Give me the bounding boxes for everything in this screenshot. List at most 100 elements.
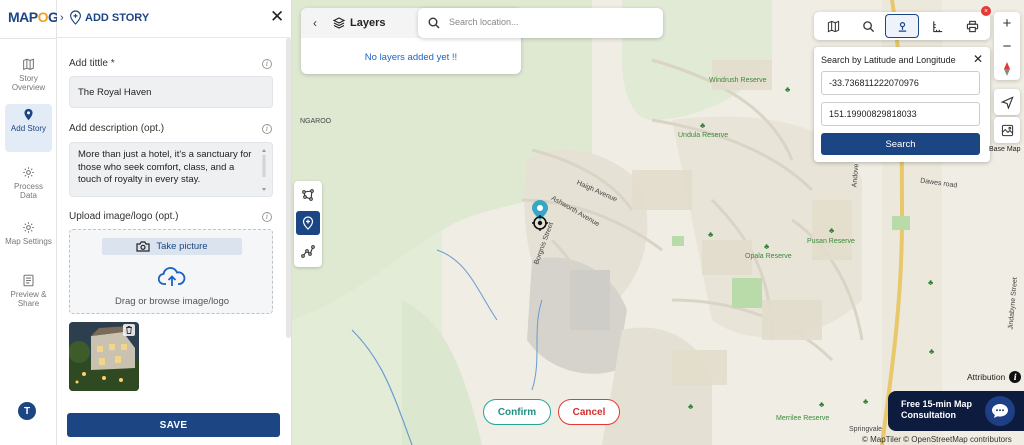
pin-outline-icon — [70, 10, 81, 25]
draw-polygon-button[interactable] — [296, 183, 320, 207]
close-icon[interactable]: ✕ — [973, 52, 983, 66]
draw-line-button[interactable] — [296, 239, 320, 263]
compass-icon — [1004, 62, 1010, 76]
latitude-input[interactable]: -33.736811222070976 — [821, 71, 980, 95]
base-map-label: Base Map — [989, 146, 1021, 153]
latlng-tool-button[interactable] — [885, 14, 919, 38]
navigation-arrow-icon — [1000, 95, 1014, 109]
attribution-toggle[interactable]: Attribution i — [967, 371, 1022, 383]
map-label-windrush: Windrush Reserve — [709, 77, 767, 84]
nav-label: Map Settings — [5, 237, 52, 246]
chevron-left-icon[interactable]: ‹ — [313, 16, 317, 30]
search-icon — [862, 20, 874, 32]
mapog-logo[interactable]: MAPOG — [8, 9, 59, 25]
avatar[interactable]: T — [18, 402, 36, 420]
title-input[interactable]: The Royal Haven — [69, 76, 273, 108]
chat-button[interactable] — [985, 396, 1015, 426]
tree-icon: ♣ — [863, 397, 869, 406]
nav-add-story[interactable]: Add Story — [5, 104, 52, 152]
confirm-button[interactable]: Confirm — [483, 399, 551, 425]
chat-icon — [992, 404, 1008, 418]
delete-icon[interactable] — [123, 324, 135, 336]
info-icon[interactable]: i — [262, 212, 272, 222]
nav-preview-share[interactable]: Preview & Share — [5, 270, 52, 318]
nav-rail: MAPOG Story Overview Add Story Process D… — [0, 0, 59, 445]
ruler-icon — [932, 20, 942, 32]
close-badge-icon[interactable]: × — [981, 6, 991, 16]
compass-button[interactable] — [994, 58, 1020, 80]
map-view-button[interactable] — [816, 14, 850, 38]
zoom-in-button[interactable]: + — [994, 12, 1020, 34]
drag-browse-text: Drag or browse image/logo — [114, 296, 230, 307]
description-input[interactable]: More than just a hotel, it's a sanctuary… — [69, 142, 273, 197]
nav-label: Process Data — [14, 182, 43, 200]
upload-dropzone[interactable]: Take picture Drag or browse image/logo — [69, 229, 273, 314]
map-top-toolbar — [814, 12, 990, 40]
panel-title: ADD STORY — [85, 12, 150, 24]
nav-label: Add Story — [10, 124, 47, 133]
description-text: More than just a hotel, it's a sanctuary… — [78, 149, 252, 185]
title-label: Add tittle * — [69, 58, 115, 69]
longitude-input[interactable]: 151.19900829818033 — [821, 102, 980, 126]
nav-label: Story Overview — [11, 74, 46, 92]
take-picture-label: Take picture — [156, 241, 208, 252]
close-icon[interactable]: ✕ — [270, 8, 284, 25]
consultation-banner[interactable]: Free 15-min Map Consultation — [888, 391, 1024, 431]
app-root: MAPOG Story Overview Add Story Process D… — [0, 0, 1024, 445]
nav-map-settings[interactable]: Map Settings — [5, 217, 52, 265]
camera-icon — [136, 241, 150, 252]
tree-icon: ♣ — [819, 400, 825, 409]
tree-icon: ♣ — [764, 242, 770, 251]
preview-icon — [23, 274, 34, 287]
textarea-scrollbar[interactable] — [262, 149, 266, 191]
draw-toolbar — [294, 181, 322, 267]
tree-icon: ♣ — [928, 278, 934, 287]
tree-icon: ♣ — [688, 402, 694, 411]
map-credit[interactable]: © MapTiler © OpenStreetMap contributors — [862, 435, 1012, 444]
layers-icon — [333, 17, 345, 29]
map-label-springvale: Springvale — [849, 426, 883, 433]
location-person-icon — [898, 21, 906, 32]
search-location-bar[interactable]: Search location... — [418, 8, 663, 38]
info-icon: i — [1009, 371, 1022, 383]
pin-icon — [24, 108, 33, 121]
base-map-icon — [1001, 124, 1013, 136]
print-button[interactable] — [955, 14, 989, 38]
latlng-search-button[interactable]: Search — [821, 133, 980, 155]
cloud-upload-icon — [158, 267, 186, 286]
tree-icon: ♣ — [785, 85, 791, 94]
map-book-icon — [23, 58, 34, 71]
uploaded-image-thumbnail[interactable] — [69, 322, 139, 391]
add-story-panel: › ADD STORY ✕ Add tittle * i The Royal H… — [57, 0, 292, 445]
map-canvas[interactable]: NGAROO Windrush Reserve Undula Reserve H… — [292, 0, 1024, 445]
info-icon[interactable]: i — [262, 59, 272, 69]
map-label-pusan: Pusan Reserve — [807, 238, 855, 245]
polyline-icon — [301, 245, 315, 258]
locate-me-button[interactable] — [994, 89, 1020, 115]
nav-label: Preview & Share — [10, 290, 47, 308]
chevron-right-icon[interactable]: › — [60, 12, 64, 24]
save-button[interactable]: SAVE — [67, 413, 280, 437]
nav-story-overview[interactable]: Story Overview — [5, 54, 52, 102]
consultation-line-1: Free 15-min Map — [901, 399, 973, 409]
take-picture-button[interactable]: Take picture — [102, 238, 242, 255]
draw-marker-button[interactable] — [296, 211, 320, 235]
base-map-button[interactable] — [994, 117, 1020, 143]
tree-icon: ♣ — [708, 230, 714, 239]
nav-process-data[interactable]: Process Data — [5, 162, 52, 210]
divider — [0, 38, 57, 39]
search-input[interactable]: Search location... — [449, 17, 519, 27]
tree-icon: ♣ — [829, 226, 835, 235]
info-icon[interactable]: i — [262, 124, 272, 134]
search-icon — [428, 17, 440, 29]
tree-icon: ♣ — [700, 121, 706, 130]
story-marker[interactable] — [528, 199, 552, 233]
zoom-out-button[interactable]: − — [994, 35, 1020, 57]
measure-tool-button[interactable] — [920, 14, 954, 38]
map-label-opala: Opala Reserve — [745, 253, 792, 260]
consultation-line-2: Consultation — [901, 410, 956, 420]
search-tool-button[interactable] — [851, 14, 885, 38]
cancel-button[interactable]: Cancel — [558, 399, 620, 425]
panel-scrollbar[interactable] — [286, 38, 291, 338]
map-icon — [827, 20, 839, 32]
